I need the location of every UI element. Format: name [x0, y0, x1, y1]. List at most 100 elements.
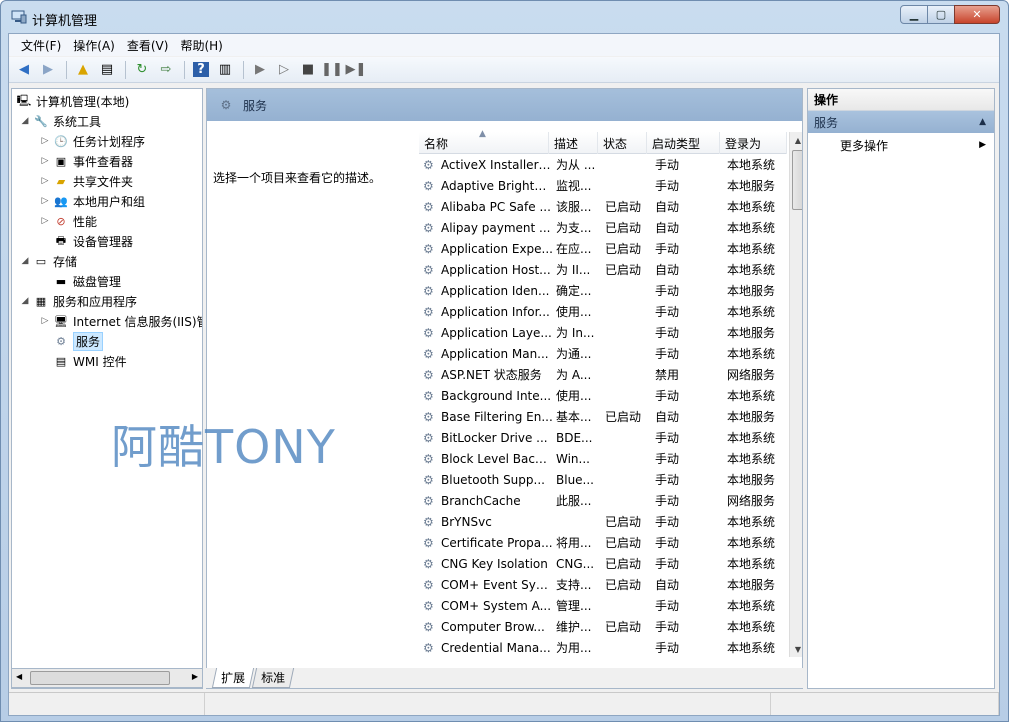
tree-item-services[interactable]: ⚙ 服务 — [53, 331, 104, 351]
table-row[interactable]: ⚙ Alipay payment ... 为支... 已启动 自动 本地系统 — [419, 217, 787, 238]
column-header-log-on-as[interactable]: 登录为 — [720, 132, 787, 154]
forward-button[interactable]: ▶ — [37, 60, 59, 80]
expand-icon[interactable]: ▷ — [40, 136, 50, 146]
tree-item-task-scheduler[interactable]: ▷ 🕒 任务计划程序 — [40, 131, 145, 151]
menu-help[interactable]: 帮助(H) — [174, 35, 228, 56]
tree-item-system-tools[interactable]: ◢ 🔧 系统工具 — [20, 111, 101, 131]
table-row[interactable]: ⚙ Computer Brow... 维护... 已启动 手动 本地系统 — [419, 616, 787, 637]
column-header-name[interactable]: ▲ 名称 — [419, 129, 549, 154]
show-hide-tree-button[interactable]: ▤ — [96, 60, 118, 80]
menu-file[interactable]: 文件(F) — [15, 35, 67, 56]
scroll-thumb[interactable] — [30, 671, 170, 685]
tree-item-disk-management[interactable]: ▬ 磁盘管理 — [53, 271, 121, 291]
scroll-thumb[interactable] — [792, 150, 802, 210]
show-hide-action-button[interactable]: ▥ — [214, 60, 236, 80]
back-button[interactable]: ◀ — [13, 60, 35, 80]
table-row[interactable]: ⚙ Block Level Back... Win... 手动 本地系统 — [419, 448, 787, 469]
up-button[interactable]: ▲ — [72, 60, 94, 80]
table-row[interactable]: ⚙ BrYNSvc 已启动 手动 本地系统 — [419, 511, 787, 532]
table-row[interactable]: ⚙ BitLocker Drive ... BDE... 手动 本地系统 — [419, 427, 787, 448]
stop-button[interactable]: ■ — [297, 60, 319, 80]
export-icon: ⇨ — [160, 62, 172, 77]
scroll-left-icon[interactable]: ◀ — [16, 672, 22, 681]
tree-item-local-users[interactable]: ▷ 👥 本地用户和组 — [40, 191, 145, 211]
expand-icon[interactable]: ▷ — [40, 196, 50, 206]
table-row[interactable]: ⚙ ASP.NET 状态服务为 A... 禁用 网络服务 — [419, 364, 787, 385]
cell-startup-type: 手动 — [655, 599, 680, 613]
scroll-right-icon[interactable]: ▶ — [192, 672, 198, 681]
table-row[interactable]: ⚙ Application Expe... 在应... 已启动 手动 本地系统 — [419, 238, 787, 259]
table-row[interactable]: ⚙ CNG Key Isolation CNG... 已启动 手动 本地系统 — [419, 553, 787, 574]
table-row[interactable]: ⚙ Application Laye... 为 In... 手动 本地服务 — [419, 322, 787, 343]
scroll-down-icon[interactable]: ▼ — [790, 641, 802, 657]
expand-icon[interactable]: ▷ — [40, 176, 50, 186]
more-actions-item[interactable]: 更多操作 ▶ — [808, 133, 994, 157]
table-row[interactable]: ⚙ COM+ Event Sys... 支持... 已启动 自动 本地服务 — [419, 574, 787, 595]
view-tabs: 扩展 标准 — [206, 668, 803, 688]
cell-status: 已启动 — [605, 200, 642, 214]
tree-item-shared-folders[interactable]: ▷ ▰ 共享文件夹 — [40, 171, 133, 191]
actions-section-label: 服务 — [814, 115, 839, 130]
table-row[interactable]: ⚙ COM+ System A... 管理... 手动 本地系统 — [419, 595, 787, 616]
title-bar[interactable]: 计算机管理 ▁ ▢ ✕ — [1, 1, 1008, 33]
tree-item-device-manager[interactable]: 🖶 设备管理器 — [53, 231, 133, 251]
services-vertical-scrollbar[interactable]: ▲ ▼ — [789, 132, 802, 657]
service-gear-icon: ⚙ — [423, 640, 434, 655]
table-row[interactable]: ⚙ Application Man... 为通... 手动 本地系统 — [419, 343, 787, 364]
column-header-startup-type[interactable]: 启动类型 — [647, 132, 720, 154]
tree-item-event-viewer[interactable]: ▷ ▣ 事件查看器 — [40, 151, 133, 171]
table-row[interactable]: ⚙ Certificate Propa... 将用... 已启动 手动 本地系统 — [419, 532, 787, 553]
collapse-icon[interactable]: ◢ — [20, 116, 30, 126]
minimize-icon: ▁ — [909, 8, 919, 21]
cell-name: ⚙ Alibaba PC Safe ... — [419, 200, 553, 214]
scroll-up-icon[interactable]: ▲ — [790, 132, 802, 148]
tree-item-computer-management[interactable]: 🖳 计算机管理(本地) — [16, 91, 130, 111]
table-row[interactable]: ⚙ BranchCache 此服... 手动 网络服务 — [419, 490, 787, 511]
console-tree: 🖳 计算机管理(本地) ◢ 🔧 系统工具 ▷ 🕒 任务计划程序 ▷ ▣ 事件查看… — [11, 88, 203, 689]
expand-icon[interactable]: ▷ — [40, 156, 50, 166]
actions-section-services[interactable]: 服务 ▲ — [808, 111, 994, 133]
table-row[interactable]: ⚙ Application Infor... 使用... 手动 本地系统 — [419, 301, 787, 322]
cell-name: ⚙ CNG Key Isolation — [419, 557, 553, 571]
help-button[interactable]: ? — [190, 60, 212, 80]
table-row[interactable]: ⚙ Bluetooth Supp... Blue... 手动 本地服务 — [419, 469, 787, 490]
expand-icon[interactable]: ▷ — [40, 216, 50, 226]
pause-button[interactable]: ❚❚ — [321, 60, 343, 80]
table-row[interactable]: ⚙ Credential Mana... 为用... 手动 本地系统 — [419, 637, 787, 658]
tree-item-wmi[interactable]: ▤ WMI 控件 — [53, 351, 127, 371]
tree-item-storage[interactable]: ◢ ▭ 存储 — [20, 251, 77, 271]
cell-name: ⚙ Application Infor... — [419, 305, 553, 319]
expand-icon[interactable]: ▷ — [40, 316, 50, 326]
collapse-icon[interactable]: ◢ — [20, 256, 30, 266]
table-row[interactable]: ⚙ Application Iden... 确定... 手动 本地服务 — [419, 280, 787, 301]
column-header-status[interactable]: 状态 — [598, 132, 647, 154]
tab-standard[interactable]: 标准 — [251, 668, 295, 688]
column-header-description[interactable]: 描述 — [549, 132, 598, 154]
table-row[interactable]: ⚙ Base Filtering En... 基本... 已启动 自动 本地服务 — [419, 406, 787, 427]
tree-item-label: 系统工具 — [53, 114, 102, 129]
menu-view[interactable]: 查看(V) — [121, 35, 175, 56]
menu-action[interactable]: 操作(A) — [67, 35, 121, 56]
table-row[interactable]: ⚙ Application Host... 为 II... 已启动 自动 本地系统 — [419, 259, 787, 280]
collapse-up-icon[interactable]: ▲ — [979, 117, 986, 127]
cell-status: 已启动 — [605, 410, 642, 424]
maximize-button[interactable]: ▢ — [927, 5, 955, 24]
table-row[interactable]: ⚙ Background Inte... 使用... 手动 本地系统 — [419, 385, 787, 406]
refresh-button[interactable]: ↻ — [131, 60, 153, 80]
table-row[interactable]: ⚙ ActiveX Installer ... 为从 ... 手动 本地系统 — [419, 154, 787, 175]
close-button[interactable]: ✕ — [954, 5, 1000, 24]
tree-item-performance[interactable]: ▷ ⊘ 性能 — [40, 211, 97, 231]
tree-item-iis[interactable]: ▷ 🖥 Internet 信息服务(IIS)管 — [40, 311, 202, 331]
minimize-button[interactable]: ▁ — [900, 5, 928, 24]
restart-button[interactable]: ▶❚ — [345, 60, 367, 80]
export-button[interactable]: ⇨ — [155, 60, 177, 80]
start-alt-button[interactable]: ▷ — [273, 60, 295, 80]
tab-extended[interactable]: 扩展 — [211, 668, 255, 688]
collapse-icon[interactable]: ◢ — [20, 296, 30, 306]
tree-item-services-and-apps[interactable]: ◢ ▦ 服务和应用程序 — [20, 291, 137, 311]
table-row[interactable]: ⚙ Alibaba PC Safe ... 该服... 已启动 自动 本地系统 — [419, 196, 787, 217]
cell-name: ⚙ Background Inte... — [419, 389, 553, 403]
start-button[interactable]: ▶ — [249, 60, 271, 80]
tree-horizontal-scrollbar[interactable]: ◀ ▶ — [11, 668, 203, 688]
table-row[interactable]: ⚙ Adaptive Brightn... 监视... 手动 本地服务 — [419, 175, 787, 196]
